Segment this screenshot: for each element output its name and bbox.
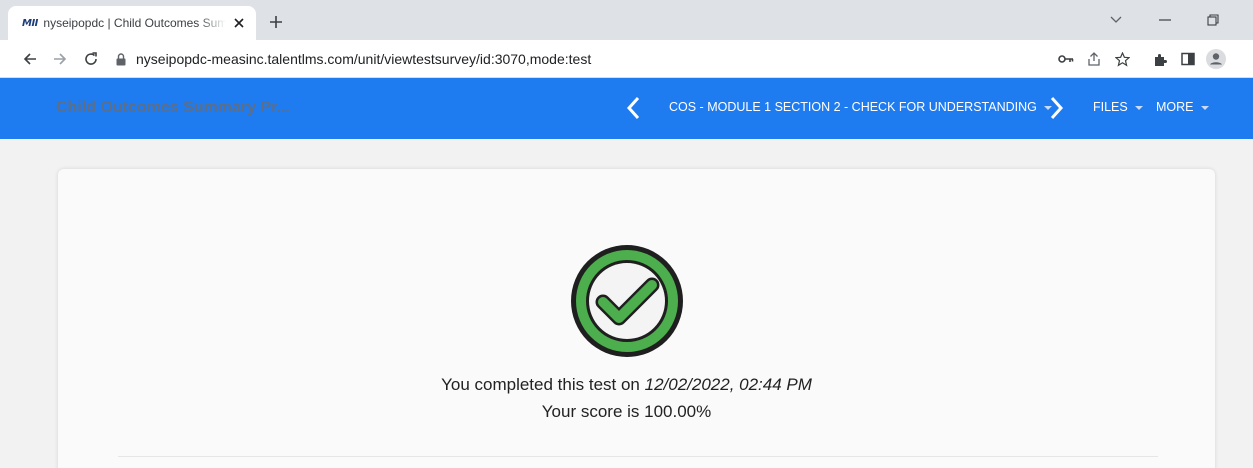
side-panel-icon[interactable] <box>1177 48 1199 70</box>
more-label: MORE <box>1156 100 1194 114</box>
completion-message: You completed this test on 12/02/2022, 0… <box>0 375 1253 395</box>
success-check-icon <box>568 242 686 360</box>
browser-toolbar: nyseipopdc-measinc.talentlms.com/unit/vi… <box>0 40 1253 78</box>
chevron-down-icon <box>1200 106 1209 110</box>
course-title[interactable]: Child Outcomes Summary Pr... <box>56 99 290 117</box>
site-favicon-icon: MII <box>22 17 38 29</box>
course-header-bar: Child Outcomes Summary Pr... COS - MODUL… <box>0 78 1253 139</box>
unit-selector-dropdown[interactable]: COS - MODULE 1 SECTION 2 - CHECK FOR UND… <box>669 100 1052 114</box>
url-text: nyseipopdc-measinc.talentlms.com/unit/vi… <box>136 51 592 67</box>
browser-tab[interactable]: MII nyseipopdc | Child Outcomes Summary … <box>8 6 256 40</box>
browser-tab-strip: MII nyseipopdc | Child Outcomes Summary … <box>0 0 1253 40</box>
close-tab-icon[interactable] <box>230 14 248 32</box>
extensions-puzzle-icon[interactable] <box>1149 48 1171 70</box>
next-unit-arrow-icon[interactable] <box>1045 94 1069 122</box>
score-message: Your score is 100.00% <box>541 402 712 421</box>
files-menu[interactable]: FILES <box>1093 100 1143 114</box>
chevron-down-icon <box>1134 106 1143 110</box>
files-label: FILES <box>1093 100 1128 114</box>
minimize-icon[interactable] <box>1150 8 1180 32</box>
unit-title: COS - MODULE 1 SECTION 2 - CHECK FOR UND… <box>669 100 1037 114</box>
more-menu[interactable]: MORE <box>1156 100 1209 114</box>
tab-search-icon[interactable] <box>1101 8 1131 32</box>
lock-icon[interactable] <box>112 52 130 66</box>
divider <box>118 456 1158 457</box>
completion-datetime: 12/02/2022, 02:44 PM <box>644 375 812 394</box>
restore-icon[interactable] <box>1198 8 1228 32</box>
share-icon[interactable] <box>1083 48 1105 70</box>
back-arrow-icon[interactable] <box>18 47 42 71</box>
profile-avatar-icon[interactable] <box>1205 48 1227 70</box>
address-bar[interactable]: nyseipopdc-measinc.talentlms.com/unit/vi… <box>112 45 1047 73</box>
bookmark-star-icon[interactable] <box>1111 48 1133 70</box>
reload-icon[interactable] <box>79 47 103 71</box>
tab-title: nyseipopdc | Child Outcomes Summary Proc… <box>43 16 227 30</box>
new-tab-button[interactable] <box>264 10 288 34</box>
key-icon[interactable] <box>1055 48 1077 70</box>
previous-unit-arrow-icon[interactable] <box>621 94 645 122</box>
completion-prefix: You completed this test on <box>441 375 640 394</box>
forward-arrow-icon[interactable] <box>48 47 72 71</box>
